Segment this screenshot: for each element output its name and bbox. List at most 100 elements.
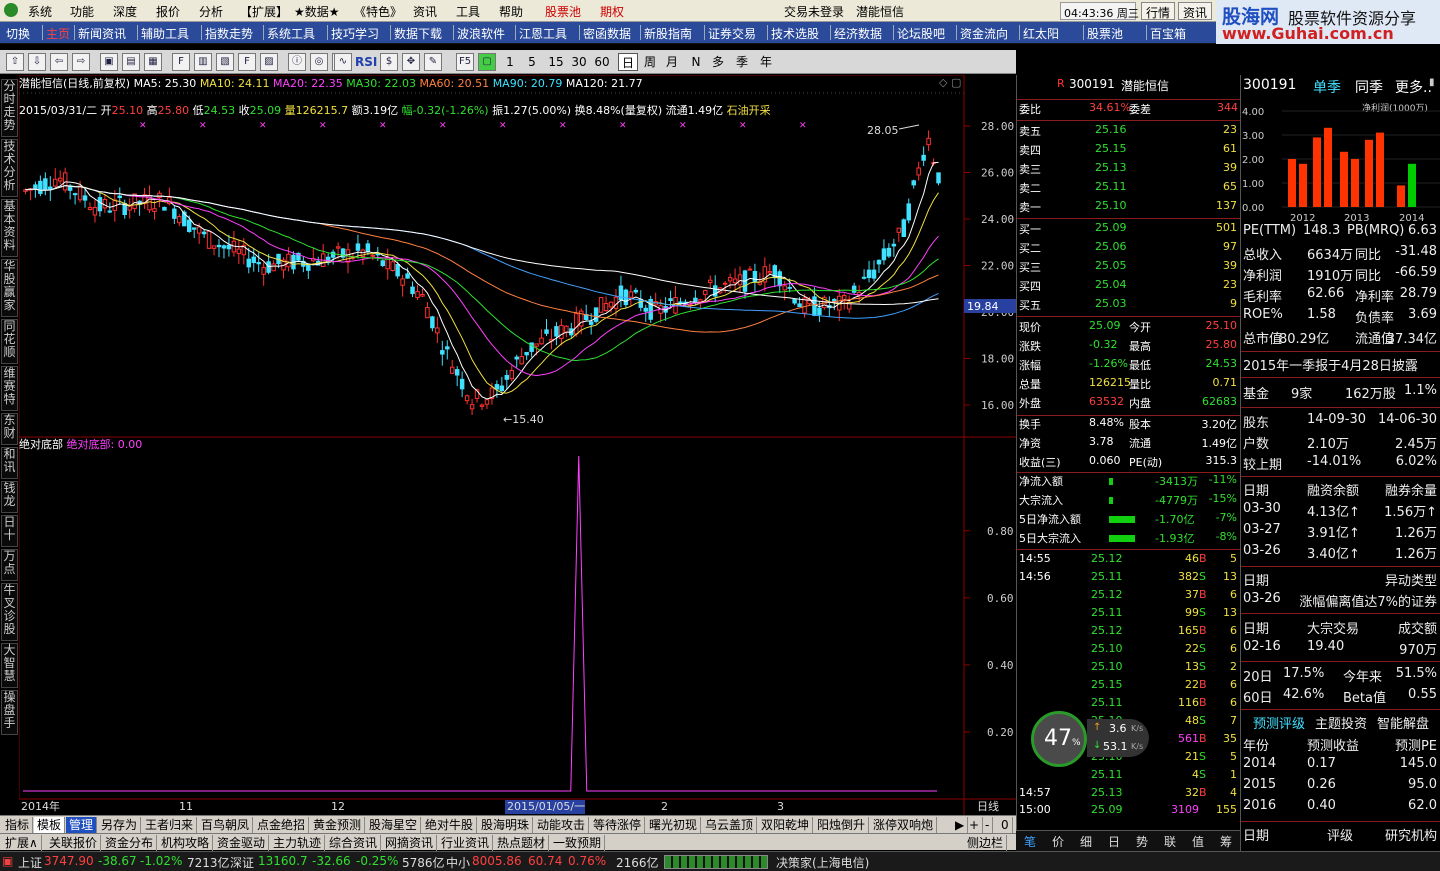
indicator-tab[interactable]: 点金绝招 [254,817,310,833]
menu-extend[interactable]: 【扩展】 [240,3,288,20]
extension-tab[interactable]: 机构攻略 [158,835,214,851]
indicator-tab[interactable]: 曙光初现 [646,817,702,833]
zoom-in-icon[interactable]: ▣ [100,53,118,71]
vtab-8[interactable]: 钱龙 [1,481,18,513]
side-panel-button[interactable]: 侧边栏 [964,835,1008,851]
orderbook-tab[interactable]: 势 [1136,833,1148,850]
menu-stock-pool[interactable]: 股票池 [545,3,581,20]
quote-button[interactable]: 行情 [1141,2,1176,20]
more-link[interactable]: 更多.. [1395,77,1432,97]
bid-row[interactable]: 买一 25.09 501 [1017,221,1241,240]
bid-row[interactable]: 买二 25.06 97 [1017,240,1241,259]
extension-tab[interactable]: 资金驱动 [214,835,270,851]
login-status[interactable]: 交易未登录 [784,3,844,20]
orderbook-tab[interactable]: 筹 [1220,833,1232,850]
report-notice[interactable]: 2015年一季报于4月28日披露 [1243,355,1439,375]
window-icon[interactable]: ▨ [260,53,278,71]
period-11[interactable]: 年 [756,53,776,71]
extension-tab[interactable]: 网摘资讯 [382,835,438,851]
nav-item[interactable]: 数据下载 [394,25,442,42]
indicator-tab[interactable]: 股海星空 [366,817,422,833]
chart-icon[interactable]: ▦ [144,53,162,71]
tab-forecast-rating[interactable]: 预测评级 [1253,713,1305,732]
vtab-0[interactable]: 分时走势 [1,79,18,137]
nav-item[interactable]: 指数走势 [205,25,253,42]
info-icon[interactable]: ⓘ [288,53,306,71]
refresh-icon[interactable]: ◎ [310,53,328,71]
menu-analysis[interactable]: 分析 [199,3,223,20]
move-icon[interactable]: ✥ [402,53,420,71]
f5-icon[interactable]: F5 [456,53,474,71]
news-button[interactable]: 资讯 [1178,2,1213,20]
extension-tab[interactable]: 主力轨迹 [270,835,326,851]
nav-item[interactable]: 主页 [46,25,70,42]
indicator-tab[interactable]: 阳烛倒升 [814,817,870,833]
menu-news[interactable]: 资讯 [413,3,437,20]
ask-row[interactable]: 卖五 25.16 23 [1017,123,1241,142]
green-square-icon[interactable]: ▢ [478,53,496,71]
vtab-2[interactable]: 基本资料 [1,199,18,257]
menu-system[interactable]: 系统 [28,3,52,20]
line-icon[interactable]: ▧ [216,53,234,71]
vtab-12[interactable]: 大智慧 [1,643,18,688]
menu-tools[interactable]: 工具 [456,3,480,20]
tab-zero[interactable]: 0 [998,817,1013,833]
orderbook-tab[interactable]: 日 [1108,833,1120,850]
extension-tab[interactable]: 一致预期 [550,835,606,851]
nav-item[interactable]: 技巧学习 [331,25,379,42]
indicator-tab[interactable]: 模板 [34,817,66,833]
vtab-5[interactable]: 维赛特 [1,366,18,411]
indicator-tab[interactable]: 动能攻击 [534,817,590,833]
orderbook-tab[interactable]: 价 [1052,833,1064,850]
indicator-tab[interactable]: 股海明珠 [478,817,534,833]
period-5[interactable]: 日 [618,53,638,71]
indicator-tab[interactable]: 百鸟朝凤 [198,817,254,833]
menu-quote[interactable]: 报价 [156,3,180,20]
sz-index-label[interactable]: 深证 [230,854,254,871]
f12-icon[interactable]: F [238,53,256,71]
indicator-tab[interactable]: 绝对牛股 [422,817,478,833]
extension-tab[interactable]: 行业资讯 [438,835,494,851]
ask-row[interactable]: 卖四 25.15 61 [1017,142,1241,161]
up-arrow-icon[interactable]: ⇧ [6,53,24,71]
nav-item[interactable]: 新股指南 [644,25,692,42]
kline-svg[interactable]: 28.0026.0024.0022.0020.0018.0016.0028.05… [19,75,1016,815]
zoom-out-icon[interactable]: ▤ [122,53,140,71]
vtab-7[interactable]: 和讯 [1,447,18,479]
orderbook-tab[interactable]: 联 [1164,833,1176,850]
nav-item[interactable]: 辅助工具 [141,25,189,42]
menu-depth[interactable]: 深度 [113,3,137,20]
compare-icon[interactable]: ▥ [194,53,212,71]
indicator-tab[interactable]: 黄金预测 [310,817,366,833]
nav-item[interactable]: 技术选股 [771,25,819,42]
menu-data[interactable]: ★数据★ [294,3,340,20]
kline-chart-area[interactable]: 28.0026.0024.0022.0020.0018.0016.0028.05… [19,75,1016,815]
tab-theme-invest[interactable]: 主题投资 [1315,713,1367,732]
indicator-tab[interactable]: 指标 [2,817,34,833]
period-2[interactable]: 15 [546,53,566,71]
vtab-11[interactable]: 牛叉诊股 [1,583,18,641]
indicator-tab[interactable]: 另存为 [98,817,142,833]
period-1[interactable]: 5 [522,53,542,71]
bid-row[interactable]: 买五 25.03 9 [1017,297,1241,316]
period-10[interactable]: 季 [732,53,752,71]
ask-row[interactable]: 卖二 25.11 65 [1017,180,1241,199]
vtab-3[interactable]: 华股赢家 [1,259,18,317]
indicator-tab[interactable]: 王者归来 [142,817,198,833]
pen-icon[interactable]: ✎ [424,53,442,71]
orderbook-tab[interactable]: 细 [1080,833,1092,850]
extension-tab[interactable]: 资金分布 [102,835,158,851]
extension-tab[interactable]: 扩展∧ [2,835,42,851]
tab-single-quarter[interactable]: 单季 [1313,77,1341,97]
curve-icon[interactable]: ∿ [334,53,352,71]
tab-smart-analysis[interactable]: 智能解盘 [1377,713,1429,732]
period-6[interactable]: 周 [640,53,660,71]
nav-item[interactable]: 百宝箱 [1150,25,1186,42]
period-8[interactable]: N [686,53,706,71]
indicator-tab[interactable]: 涨停双响炮 [870,817,938,833]
indicator-tab[interactable]: 管理 [66,817,98,833]
indicator-tab[interactable]: 双阳乾坤 [758,817,814,833]
sme-index-label[interactable]: 中小 [446,854,470,871]
vtab-6[interactable]: 东财 [1,413,18,445]
nav-item[interactable]: 经济数据 [834,25,882,42]
